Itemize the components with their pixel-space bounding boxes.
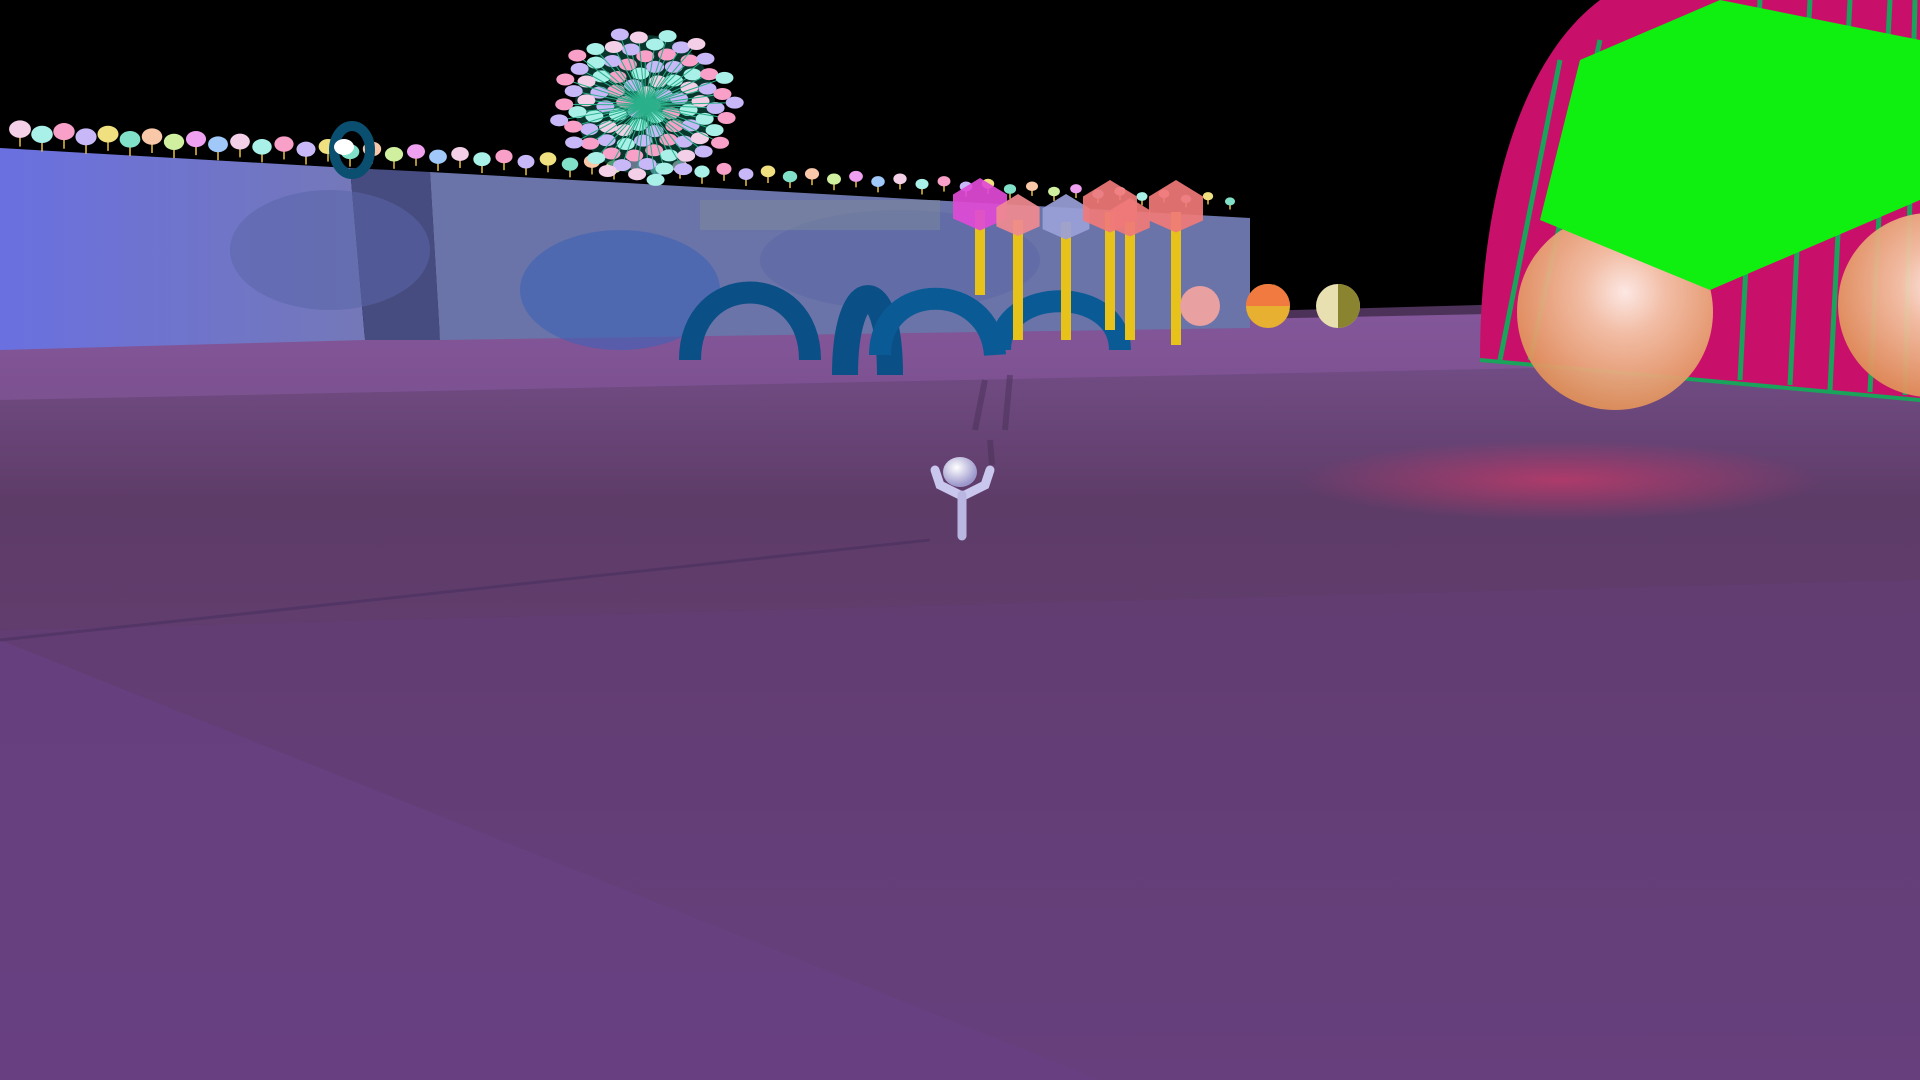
flower-head [141,128,163,145]
flower-head [429,149,447,164]
dandelion-seed [680,54,699,67]
flower-head [804,168,820,180]
flower-head [274,136,294,152]
dandelion-seed [577,75,596,88]
dandelion-seed [646,173,665,186]
flower-head [31,125,53,144]
flower-head [119,131,141,148]
dandelion-seed [564,85,583,98]
flower-head [539,152,557,166]
dandelion-seed [717,111,736,124]
dandelion-seed [696,52,715,65]
flower-head [782,170,798,183]
dandelion-seed [690,132,709,145]
flower-head [384,146,404,162]
flower-head [937,176,951,187]
ground-plane [0,305,1920,1080]
flower-head [451,146,469,161]
flower-head [1003,184,1017,194]
flower-head [495,149,513,164]
flower-head [208,136,228,153]
dandelion-seed [598,165,617,178]
flower-head [561,157,579,171]
dandelion-seed [587,151,606,164]
dandelion-seed [555,98,574,111]
dandelion-seed [629,31,648,44]
gem-pole [1061,222,1071,340]
gem-pole [1013,220,1023,340]
dandelion-seed [610,28,629,41]
flower-head [407,144,425,159]
flower-head [517,154,535,169]
dandelion-seed [694,145,713,158]
flower-head [738,168,754,181]
flower-head [185,131,207,148]
flower-head [760,165,776,178]
dandelion-seed [628,168,647,181]
dandelion-seed [570,62,589,75]
dandelion-seed [556,73,575,86]
dandelion-seed [586,42,605,55]
flower-head [1136,192,1148,201]
flower-head [97,125,119,143]
flower-head [252,139,272,155]
flower-head [716,162,732,175]
dandelion-seed [580,123,599,136]
dandelion-seed [705,124,724,137]
dandelion-seed [550,114,569,127]
gem-pole [1125,222,1135,340]
dandelion-seed [586,56,605,69]
flower-head [849,170,863,182]
dandelion-seed [568,49,587,62]
flower-head [871,176,885,187]
dandelion-seed [715,71,734,84]
flower-head [473,152,491,167]
flower-head [1070,184,1082,194]
dandelion-seed [625,149,644,162]
dandelion-seed [604,41,623,54]
flower-head [9,120,31,138]
flower-head [163,133,185,150]
flower-head [893,173,907,185]
flower-head [915,178,929,190]
dandelion-seed [674,163,693,176]
flower-head [1048,186,1060,197]
dandelion-seed [677,149,696,162]
flower-head [75,128,97,146]
flower-head [1025,181,1039,192]
dandelion-seed [725,96,744,109]
dandelion-seed [621,43,640,56]
dandelion-seed [706,102,725,115]
flower-head [827,173,841,185]
dandelion-seed [672,41,691,54]
flower-head [230,133,250,150]
dandelion-seed [658,30,677,43]
dandelion-seed [581,137,600,150]
dandelion-seed [565,136,584,149]
small-spheres-row [1180,284,1360,328]
dandelion-seed [687,38,706,51]
flower-head [53,123,75,141]
flower-head [694,165,710,178]
dandelion-stem [564,103,646,106]
dandelion-seed [655,162,674,175]
flower-head [296,141,316,157]
dandelion-seed [711,136,730,149]
flower-head [1202,192,1214,201]
flower-head [1224,197,1236,206]
game-viewport[interactable] [0,0,1920,1080]
